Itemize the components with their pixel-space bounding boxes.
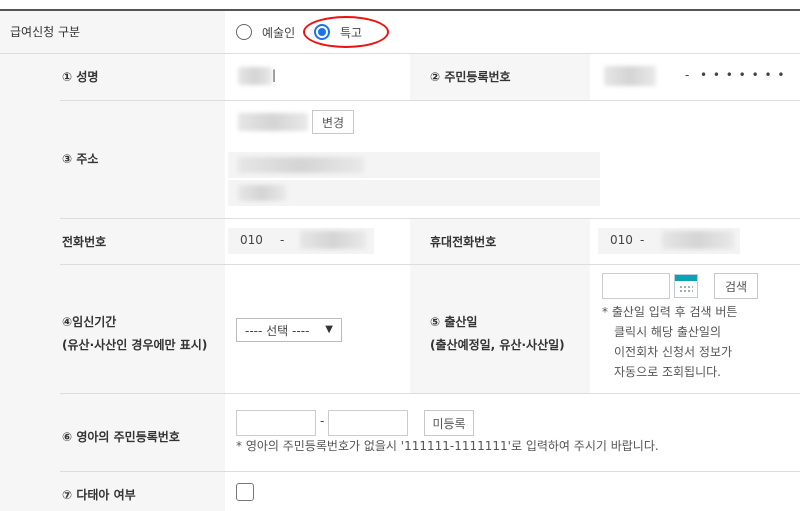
rrn-front-redacted <box>604 66 656 86</box>
birth-date-search-button[interactable]: 검색 <box>714 273 758 299</box>
pregnancy-label: ④임신기간 <box>62 315 117 329</box>
name-value-redacted <box>238 67 272 85</box>
birth-date-note-line2: 클릭시 해당 출산일의 <box>614 325 721 339</box>
birth-date-label: ⑤ 출산일 <box>430 315 478 329</box>
address-change-button[interactable]: 변경 <box>312 110 354 134</box>
birth-date-sublabel: (출산예정일, 유산·사산일) <box>430 338 565 352</box>
infant-rrn-note: * 영아의 주민등록번호가 없을시 '111111-1111111'로 입력하여… <box>236 439 659 453</box>
multiple-birth-label: ⑦ 다태아 여부 <box>62 488 136 502</box>
multiple-birth-checkbox[interactable] <box>236 483 254 501</box>
birth-date-note-line1: * 출산일 입력 후 검색 버튼 <box>602 305 738 319</box>
birth-date-note-line4: 자동으로 조회됩니다. <box>614 365 721 379</box>
rrn-label: ② 주민등록번호 <box>430 70 511 84</box>
mobile-prefix[interactable]: 010 <box>610 233 633 247</box>
phone-prefix[interactable]: 010 <box>240 233 263 247</box>
infant-rrn-label: ⑥ 영아의 주민등록번호 <box>62 430 180 444</box>
infant-rrn-separator: - <box>320 414 325 428</box>
row-divider <box>60 393 800 394</box>
row-divider <box>60 264 800 265</box>
chevron-down-icon: ▼ <box>325 324 333 335</box>
mobile-separator: - <box>640 233 645 247</box>
birth-date-note-line3: 이전회차 신청서 정보가 <box>614 345 733 359</box>
phone-label: 전화번호 <box>62 235 107 249</box>
row-divider <box>60 100 800 101</box>
name-label: ① 성명 <box>62 70 99 84</box>
benefit-type-label: 급여신청 구분 <box>10 25 81 39</box>
birth-date-input[interactable] <box>602 273 670 299</box>
name-value-tail: | <box>272 68 277 82</box>
infant-unregistered-button[interactable]: 미등록 <box>424 410 474 436</box>
mobile-number-redacted <box>662 231 734 249</box>
row-divider <box>60 471 800 472</box>
radio-artist[interactable] <box>236 24 252 40</box>
rrn-separator: - <box>685 68 690 82</box>
pregnancy-select-value: ---- 선택 ---- <box>245 323 310 338</box>
pregnancy-sublabel: (유산·사산인 경우에만 표시) <box>62 338 208 352</box>
address-label: ③ 주소 <box>62 152 99 166</box>
address-zip-redacted <box>238 113 308 131</box>
address-line2-redacted <box>238 185 286 201</box>
row-divider <box>60 218 800 219</box>
calendar-icon[interactable] <box>674 274 698 298</box>
pregnancy-period-select[interactable]: ---- 선택 ---- ▼ <box>236 318 342 342</box>
rrn-masked-back: • • • • • • • <box>700 68 786 82</box>
selection-highlight-circle <box>303 16 389 48</box>
row-divider <box>0 53 800 54</box>
phone-number-redacted <box>300 231 366 249</box>
infant-rrn-front-input[interactable] <box>236 410 316 436</box>
phone-separator: - <box>280 233 285 247</box>
address-line1-redacted <box>238 157 364 173</box>
radio-artist-label: 예술인 <box>262 26 296 40</box>
infant-rrn-back-input[interactable] <box>328 410 408 436</box>
mobile-label: 휴대전화번호 <box>430 235 497 249</box>
